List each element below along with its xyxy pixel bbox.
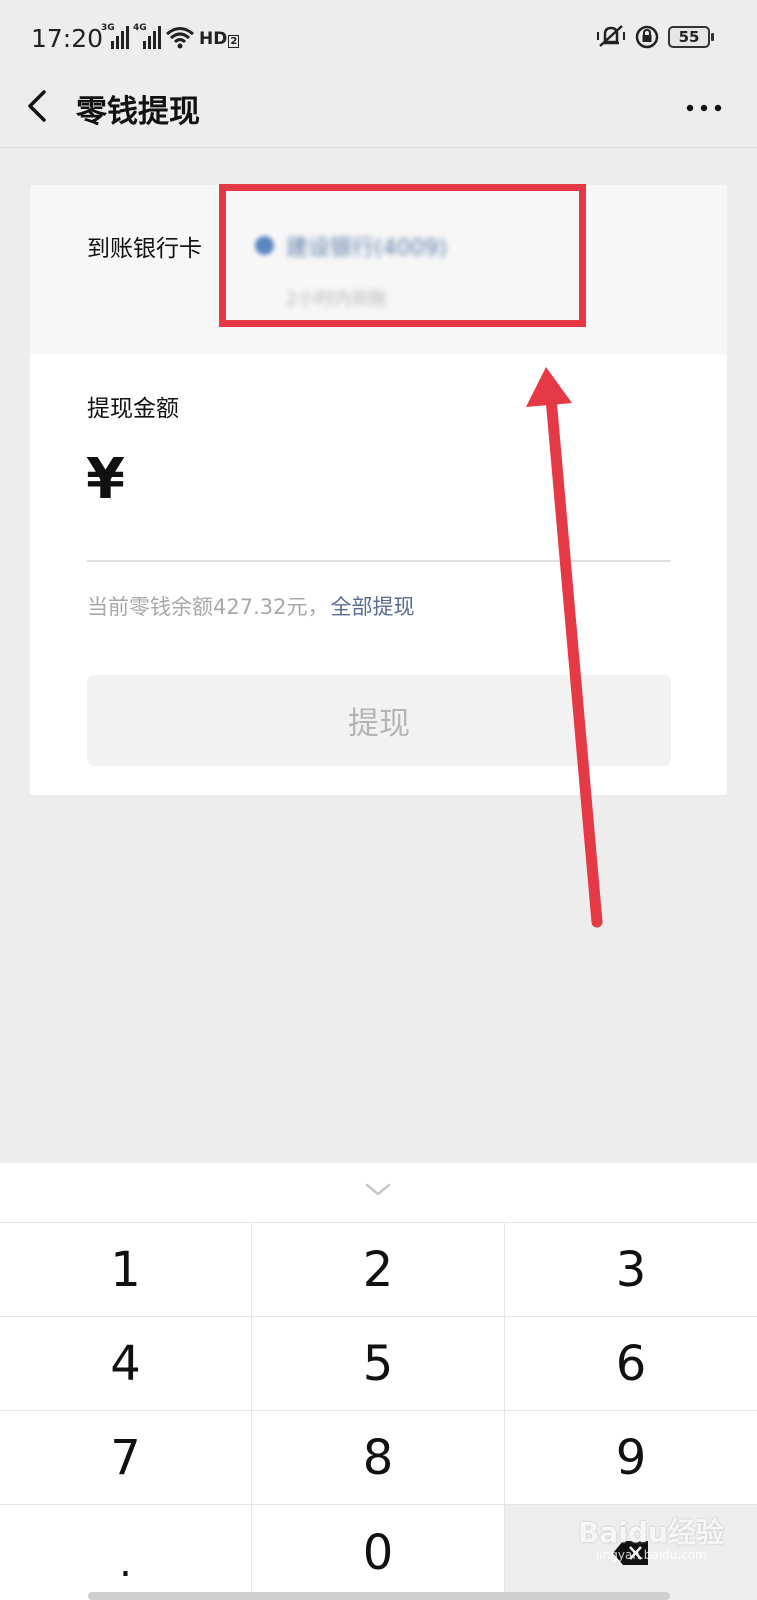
rotation-lock-icon: [635, 25, 659, 49]
status-time: 17:20: [31, 24, 104, 53]
key-0[interactable]: 0: [252, 1505, 505, 1600]
key-9[interactable]: 9: [505, 1411, 757, 1505]
bank-card-selector[interactable]: 到账银行卡 建设银行(4009) 2小时内到账: [30, 184, 727, 354]
signal-3g-icon: 3G: [101, 23, 129, 49]
amount-underline: [87, 560, 671, 562]
key-6[interactable]: 6: [505, 1317, 757, 1411]
keypad-grid: 1 2 3 4 5 6 7 8 9 . 0: [0, 1222, 757, 1600]
withdraw-button[interactable]: 提现: [87, 675, 671, 766]
keyboard-collapse-icon[interactable]: [363, 1177, 393, 1201]
key-backspace[interactable]: [505, 1505, 757, 1600]
vibrate-icon: [597, 25, 625, 47]
key-5[interactable]: 5: [252, 1317, 505, 1411]
signal-4g-icon: 4G: [133, 23, 161, 49]
withdraw-all-link[interactable]: 全部提现: [330, 595, 414, 619]
key-1[interactable]: 1: [0, 1223, 252, 1317]
key-8[interactable]: 8: [252, 1411, 505, 1505]
withdraw-page: 17:20 3G 4G HD 2 55 零钱提现 到账银行卡 建设银行(4009…: [0, 0, 757, 1600]
key-3[interactable]: 3: [505, 1223, 757, 1317]
key-4[interactable]: 4: [0, 1317, 252, 1411]
key-2[interactable]: 2: [252, 1223, 505, 1317]
balance-info: 当前零钱余额427.32元，全部提现: [87, 591, 414, 621]
hd-voice-icon: HD 2: [199, 29, 240, 49]
bank-card-label: 到账银行卡: [87, 236, 202, 262]
status-bar: 17:20 3G 4G HD 2 55: [0, 0, 757, 78]
key-decimal[interactable]: .: [0, 1505, 252, 1600]
more-options-icon[interactable]: [684, 88, 724, 128]
status-right-icons: 55: [596, 24, 714, 50]
status-left-icons: 3G 4G HD 2: [101, 23, 240, 49]
number-keyboard: 1 2 3 4 5 6 7 8 9 . 0: [0, 1163, 757, 1600]
backspace-icon: [613, 1540, 648, 1565]
page-title: 零钱提现: [76, 94, 200, 130]
key-7[interactable]: 7: [0, 1411, 252, 1505]
home-indicator: [88, 1592, 670, 1600]
battery-icon: 55: [668, 26, 714, 48]
currency-symbol: ¥: [86, 447, 125, 512]
wifi-icon: [166, 27, 194, 49]
withdraw-card: 到账银行卡 建设银行(4009) 2小时内到账 提现金额 ¥ 当前零钱余额427…: [30, 184, 727, 795]
nav-bar: 零钱提现: [0, 78, 757, 148]
amount-input[interactable]: [145, 450, 695, 520]
balance-text: 当前零钱余额427.32元，: [87, 595, 329, 619]
highlight-annotation-box: [219, 184, 586, 327]
back-arrow-icon[interactable]: [22, 84, 62, 134]
amount-label: 提现金额: [87, 396, 179, 422]
